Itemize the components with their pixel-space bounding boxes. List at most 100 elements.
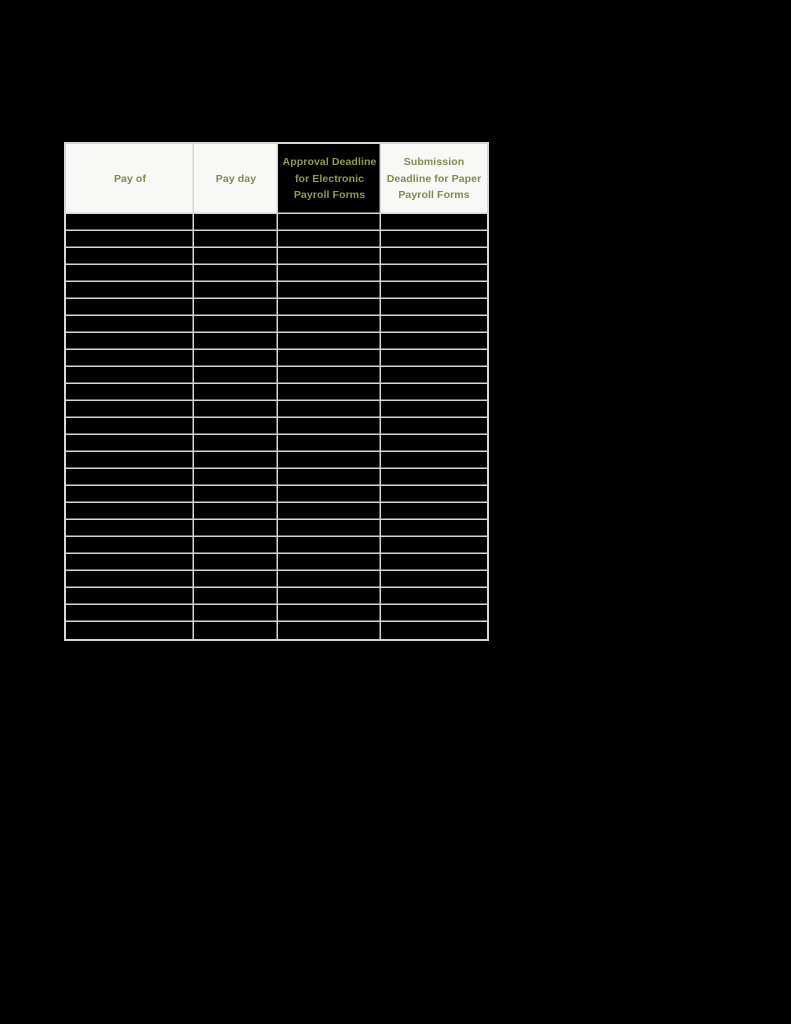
table-cell-pay-of — [66, 231, 194, 248]
table-cell-approval-deadline-electronic — [278, 265, 381, 282]
table-cell-approval-deadline-electronic — [278, 367, 381, 384]
table-row — [66, 605, 487, 622]
table-row — [66, 452, 487, 469]
table-cell-pay-day — [194, 503, 278, 520]
table-cell-pay-day — [194, 333, 278, 350]
table-cell-approval-deadline-electronic — [278, 401, 381, 418]
column-header-approval-deadline-electronic: Approval Deadline for Electronic Payroll… — [278, 144, 381, 214]
table-cell-approval-deadline-electronic — [278, 316, 381, 333]
table-cell-pay-day — [194, 401, 278, 418]
table-cell-approval-deadline-electronic — [278, 537, 381, 554]
table-cell-pay-of — [66, 469, 194, 486]
table-cell-submission-deadline-paper — [381, 316, 487, 333]
table-cell-approval-deadline-electronic — [278, 503, 381, 520]
table-row — [66, 367, 487, 384]
table-cell-pay-day — [194, 435, 278, 452]
table-row — [66, 214, 487, 231]
table-cell-submission-deadline-paper — [381, 384, 487, 401]
table-cell-pay-day — [194, 367, 278, 384]
table-row — [66, 486, 487, 503]
table-cell-approval-deadline-electronic — [278, 333, 381, 350]
table-cell-approval-deadline-electronic — [278, 486, 381, 503]
table-cell-submission-deadline-paper — [381, 231, 487, 248]
table-cell-approval-deadline-electronic — [278, 452, 381, 469]
table-cell-pay-of — [66, 384, 194, 401]
table-cell-submission-deadline-paper — [381, 333, 487, 350]
table-cell-pay-of — [66, 367, 194, 384]
table-cell-pay-day — [194, 554, 278, 571]
table-cell-submission-deadline-paper — [381, 452, 487, 469]
table-cell-pay-day — [194, 469, 278, 486]
table-row — [66, 333, 487, 350]
table-cell-pay-of — [66, 265, 194, 282]
table-cell-approval-deadline-electronic — [278, 435, 381, 452]
table-cell-submission-deadline-paper — [381, 571, 487, 588]
table-row — [66, 503, 487, 520]
table-cell-submission-deadline-paper — [381, 486, 487, 503]
table-row — [66, 401, 487, 418]
table-cell-pay-day — [194, 214, 278, 231]
table-cell-pay-of — [66, 316, 194, 333]
table-cell-pay-day — [194, 299, 278, 316]
table-cell-pay-day — [194, 384, 278, 401]
table-cell-pay-day — [194, 520, 278, 537]
table-cell-pay-of — [66, 299, 194, 316]
table-cell-approval-deadline-electronic — [278, 231, 381, 248]
table-cell-submission-deadline-paper — [381, 588, 487, 605]
table-cell-submission-deadline-paper — [381, 401, 487, 418]
table-row — [66, 299, 487, 316]
table-cell-approval-deadline-electronic — [278, 299, 381, 316]
table-cell-pay-day — [194, 350, 278, 367]
table-cell-pay-day — [194, 537, 278, 554]
table-cell-submission-deadline-paper — [381, 367, 487, 384]
table-cell-approval-deadline-electronic — [278, 350, 381, 367]
column-header-pay-of: Pay of — [66, 144, 194, 214]
table-cell-pay-of — [66, 282, 194, 299]
table-cell-approval-deadline-electronic — [278, 605, 381, 622]
table-row — [66, 588, 487, 605]
table-cell-pay-of — [66, 214, 194, 231]
table-row — [66, 231, 487, 248]
payroll-schedule-table: Pay of Pay day Approval Deadline for Ele… — [64, 142, 489, 641]
table-cell-pay-of — [66, 537, 194, 554]
table-cell-pay-day — [194, 282, 278, 299]
table-cell-pay-of — [66, 571, 194, 588]
table-row — [66, 248, 487, 265]
table-cell-pay-of — [66, 248, 194, 265]
table-cell-pay-of — [66, 503, 194, 520]
table-cell-approval-deadline-electronic — [278, 554, 381, 571]
table-cell-submission-deadline-paper — [381, 469, 487, 486]
table-row — [66, 571, 487, 588]
table-cell-approval-deadline-electronic — [278, 520, 381, 537]
table-cell-pay-day — [194, 231, 278, 248]
table-cell-approval-deadline-electronic — [278, 622, 381, 639]
table-cell-submission-deadline-paper — [381, 248, 487, 265]
table-cell-submission-deadline-paper — [381, 622, 487, 639]
table-cell-approval-deadline-electronic — [278, 214, 381, 231]
page-canvas: Pay of Pay day Approval Deadline for Ele… — [0, 0, 791, 1024]
table-cell-submission-deadline-paper — [381, 282, 487, 299]
table-cell-pay-of — [66, 333, 194, 350]
table-row — [66, 435, 487, 452]
table-cell-submission-deadline-paper — [381, 435, 487, 452]
table-row — [66, 469, 487, 486]
table-cell-submission-deadline-paper — [381, 537, 487, 554]
table-row — [66, 350, 487, 367]
table-row — [66, 384, 487, 401]
table-cell-submission-deadline-paper — [381, 265, 487, 282]
column-header-pay-of-label: Pay of — [113, 172, 147, 185]
table-cell-pay-day — [194, 316, 278, 333]
table-row — [66, 316, 487, 333]
table-cell-submission-deadline-paper — [381, 299, 487, 316]
table-cell-pay-of — [66, 350, 194, 367]
table-cell-pay-day — [194, 452, 278, 469]
table-row — [66, 418, 487, 435]
table-cell-pay-day — [194, 418, 278, 435]
table-cell-submission-deadline-paper — [381, 605, 487, 622]
column-header-approval-deadline-electronic-label: Approval Deadline for Electronic Payroll… — [282, 156, 377, 202]
table-cell-submission-deadline-paper — [381, 554, 487, 571]
table-row — [66, 554, 487, 571]
table-cell-pay-day — [194, 486, 278, 503]
table-cell-approval-deadline-electronic — [278, 418, 381, 435]
table-row — [66, 520, 487, 537]
